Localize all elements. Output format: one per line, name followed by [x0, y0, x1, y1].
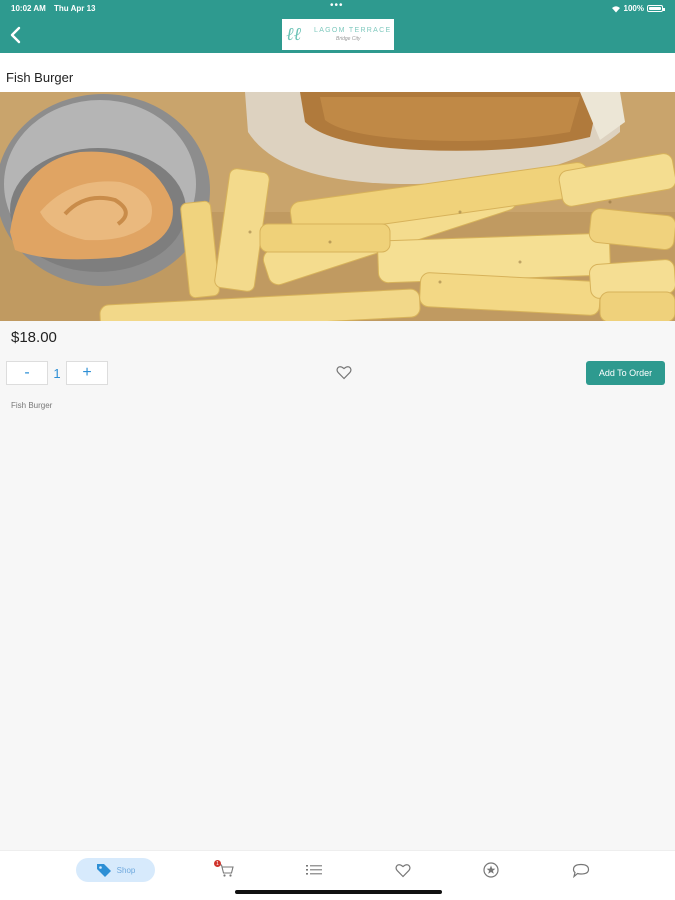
product-description: Fish Burger	[11, 401, 53, 410]
chat-bubble-icon	[572, 863, 590, 878]
heart-icon	[395, 863, 411, 877]
increase-quantity-button[interactable]: +	[66, 361, 108, 385]
tab-orders[interactable]	[304, 858, 324, 882]
home-indicator[interactable]	[235, 890, 442, 894]
wifi-icon	[611, 5, 620, 12]
tab-cart[interactable]: 1	[214, 858, 236, 882]
app-header: 10:02 AM Thu Apr 13 ••• 100% ℓℓ LAGOM TE…	[0, 0, 675, 53]
logo-tagline: Bridge City	[336, 36, 361, 42]
heart-icon[interactable]	[336, 365, 352, 380]
tag-icon	[96, 864, 111, 877]
logo-mark: ℓℓ	[286, 24, 301, 45]
add-to-order-button[interactable]: Add To Order	[586, 361, 665, 385]
product-title-bar: Fish Burger	[0, 53, 675, 92]
product-photo	[0, 92, 675, 321]
battery-percent: 100%	[623, 4, 644, 13]
status-right: 100%	[611, 4, 665, 13]
back-arrow-icon[interactable]	[8, 24, 24, 46]
tab-chat[interactable]	[571, 858, 591, 882]
fish-burger-photo	[0, 92, 675, 321]
status-bar: 10:02 AM Thu Apr 13 ••• 100%	[0, 0, 675, 15]
decrease-quantity-button[interactable]: -	[6, 361, 48, 385]
brand-logo: ℓℓ LAGOM TERRACE Bridge City	[282, 19, 394, 50]
quantity-stepper: - 1 +	[6, 361, 108, 385]
product-title: Fish Burger	[6, 70, 74, 85]
star-badge-icon	[483, 862, 499, 878]
cart-badge: 1	[214, 860, 221, 867]
tab-shop[interactable]: Shop	[76, 858, 155, 882]
status-time: 10:02 AM	[11, 4, 46, 13]
multitask-dots[interactable]: •••	[330, 0, 344, 11]
tab-rewards[interactable]	[481, 858, 501, 882]
tab-favorites[interactable]	[393, 858, 413, 882]
tab-shop-label: Shop	[116, 865, 136, 875]
logo-name: LAGOM TERRACE	[314, 27, 392, 34]
status-date: Thu Apr 13	[54, 4, 96, 13]
list-icon	[306, 865, 322, 875]
quantity-value: 1	[53, 365, 61, 381]
product-price: $18.00	[11, 329, 57, 346]
battery-icon	[647, 5, 665, 12]
